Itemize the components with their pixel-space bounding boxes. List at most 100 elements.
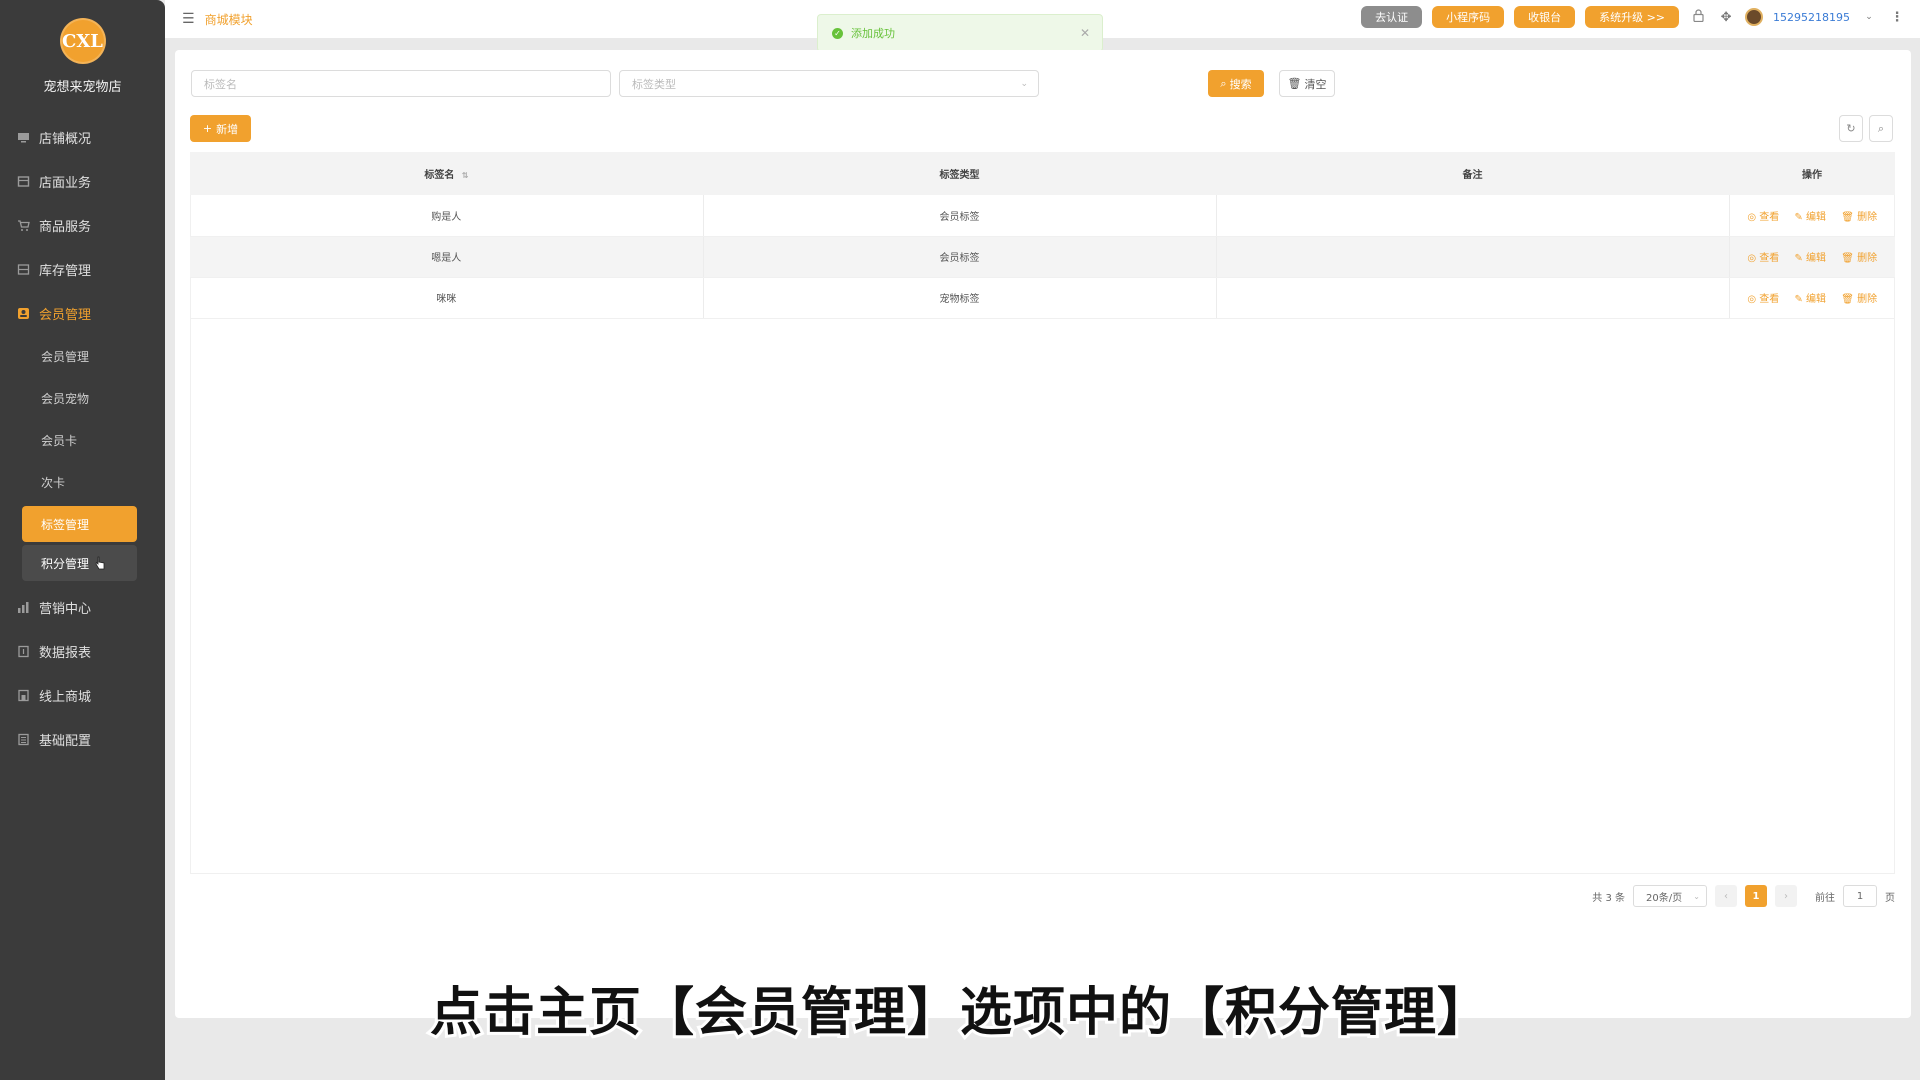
chevron-right-icon: › <box>1784 890 1788 902</box>
table-row: 咪咪 宠物标签 ◎ 查看 ✎ 编辑 🗑 删除 <box>190 277 1895 319</box>
column-header-tag-type: 标签类型 <box>703 152 1216 195</box>
delete-link[interactable]: 🗑 删除 <box>1841 253 1877 264</box>
goto-label: 前往 <box>1815 892 1835 904</box>
add-button[interactable]: + 新增 <box>190 115 251 142</box>
sidebar-item-marketing[interactable]: 营销中心 <box>0 585 165 629</box>
delete-link[interactable]: 🗑 删除 <box>1841 212 1877 223</box>
sidebar-item-label: 店铺概况 <box>39 131 92 147</box>
report-icon <box>17 645 30 658</box>
delete-link[interactable]: 🗑 删除 <box>1841 294 1877 305</box>
cell-tag-name: 购是人 <box>190 195 704 237</box>
sidebar-item-product-service[interactable]: 商品服务 <box>0 203 165 247</box>
sidebar-item-label: 数据报表 <box>39 645 92 661</box>
column-header-remark: 备注 <box>1216 152 1729 195</box>
search-icon: ⌕ <box>1220 76 1227 90</box>
sidebar-item-label: 营销中心 <box>39 601 92 617</box>
sidebar-item-inventory[interactable]: 库存管理 <box>0 247 165 291</box>
top-actions: 去认证 小程序码 收银台 系统升级 >> ✥ 15295218195 ⌄ ⋮ <box>1361 6 1906 28</box>
page-size-select[interactable]: 20条/页 ⌄ <box>1633 885 1707 907</box>
sidebar-menu: 店铺概况 店面业务 商品服务 库存管理 会员管理 会员管理 会员宠物 会员卡 次… <box>0 115 165 761</box>
sidebar-item-member-management[interactable]: 会员管理 <box>0 291 165 335</box>
fullscreen-icon[interactable]: ✥ <box>1717 10 1735 25</box>
pagination: 共 3 条 20条/页 ⌄ ‹ 1 › 前往 1 页 <box>1592 885 1895 907</box>
miniprogram-code-button[interactable]: 小程序码 <box>1432 6 1505 28</box>
menu-toggle-icon[interactable]: ☰ <box>182 11 195 27</box>
more-vertical-icon[interactable]: ⋮ <box>1888 10 1906 25</box>
trash-icon: 🗑 <box>1841 294 1858 305</box>
view-link[interactable]: ◎ 查看 <box>1747 212 1779 223</box>
toggle-search-button[interactable]: ⌕ <box>1869 115 1893 142</box>
view-label: 查看 <box>1759 294 1780 305</box>
sidebar: CXL 宠想来宠物店 店铺概况 店面业务 商品服务 库存管理 会员管理 会员管理… <box>0 0 165 1080</box>
clear-button[interactable]: 🗑 清空 <box>1279 70 1335 97</box>
cell-tag-name: 嗯是人 <box>190 236 704 278</box>
video-caption: 点击主页【会员管理】选项中的【积分管理】 <box>427 980 1492 1046</box>
user-phone[interactable]: 15295218195 <box>1773 11 1850 24</box>
subitem-label: 积分管理 <box>41 556 90 571</box>
search-button[interactable]: ⌕ 搜索 <box>1208 70 1264 97</box>
bar-chart-icon <box>17 601 30 614</box>
clear-button-label: 清空 <box>1304 77 1327 91</box>
edit-link[interactable]: ✎ 编辑 <box>1794 294 1826 305</box>
edit-label: 编辑 <box>1806 294 1827 305</box>
column-header-tag-name[interactable]: 标签名 ⇅ <box>190 152 703 195</box>
trash-icon: 🗑 <box>1841 253 1858 264</box>
sort-icon[interactable]: ⇅ <box>462 171 469 180</box>
subitem-points-management[interactable]: 积分管理 <box>22 545 137 581</box>
edit-icon: ✎ <box>1794 211 1807 223</box>
cell-tag-type: 会员标签 <box>703 195 1217 237</box>
page-number-button[interactable]: 1 <box>1745 885 1767 907</box>
edit-link[interactable]: ✎ 编辑 <box>1794 253 1826 264</box>
lock-icon[interactable] <box>1689 8 1707 26</box>
subitem-member-card[interactable]: 会员卡 <box>22 419 137 461</box>
cell-actions: ◎ 查看 ✎ 编辑 🗑 删除 <box>1729 195 1895 237</box>
auth-button[interactable]: 去认证 <box>1361 6 1423 28</box>
subitem-label: 标签管理 <box>41 517 90 532</box>
view-label: 查看 <box>1759 253 1780 264</box>
edit-icon: ✎ <box>1794 253 1807 264</box>
refresh-button[interactable]: ↻ <box>1839 115 1863 142</box>
sidebar-item-store-business[interactable]: 店面业务 <box>0 159 165 203</box>
cell-remark <box>1216 277 1730 319</box>
prev-page-button[interactable]: ‹ <box>1715 885 1737 907</box>
subitem-member-management[interactable]: 会员管理 <box>22 335 137 377</box>
subitem-tag-management[interactable]: 标签管理 <box>22 506 137 542</box>
breadcrumb[interactable]: 商城模块 <box>205 11 253 28</box>
upgrade-button[interactable]: 系统升级 >> <box>1585 6 1680 28</box>
subitem-member-pets[interactable]: 会员宠物 <box>22 377 137 419</box>
sidebar-item-online-mall[interactable]: 线上商城 <box>0 673 165 717</box>
subitem-times-card[interactable]: 次卡 <box>22 461 137 503</box>
edit-icon: ✎ <box>1794 294 1807 305</box>
view-link[interactable]: ◎ 查看 <box>1747 294 1779 305</box>
edit-link[interactable]: ✎ 编辑 <box>1794 212 1826 223</box>
sidebar-item-basic-config[interactable]: 基础配置 <box>0 717 165 761</box>
sidebar-item-store-overview[interactable]: 店铺概况 <box>0 115 165 159</box>
warehouse-icon <box>17 263 30 276</box>
filter-bar: 标签名 标签类型 ⌄ ⌕ 搜索 🗑 清空 <box>191 70 1895 98</box>
add-button-label: 新增 <box>216 122 239 136</box>
cell-tag-type: 宠物标签 <box>703 277 1217 319</box>
view-link[interactable]: ◎ 查看 <box>1747 253 1779 264</box>
total-count: 共 3 条 <box>1592 892 1625 904</box>
eye-icon: ◎ <box>1747 294 1760 305</box>
chevron-down-icon[interactable]: ⌄ <box>1860 12 1878 22</box>
cell-remark <box>1216 195 1730 237</box>
table-row: 嗯是人 会员标签 ◎ 查看 ✎ 编辑 🗑 删除 <box>190 236 1895 278</box>
next-page-button[interactable]: › <box>1775 885 1797 907</box>
plus-icon: + <box>202 122 213 135</box>
goto-page-input[interactable]: 1 <box>1843 885 1877 907</box>
toast-message: 添加成功 <box>851 27 895 40</box>
close-icon[interactable]: ✕ <box>1080 26 1090 40</box>
search-button-label: 搜索 <box>1229 77 1252 91</box>
cashier-button[interactable]: 收银台 <box>1514 6 1576 28</box>
avatar[interactable] <box>1745 8 1764 26</box>
cell-actions: ◎ 查看 ✎ 编辑 🗑 删除 <box>1729 277 1895 319</box>
sidebar-item-reports[interactable]: 数据报表 <box>0 629 165 673</box>
tag-type-select[interactable]: 标签类型 ⌄ <box>619 70 1039 97</box>
subitem-label: 会员宠物 <box>41 391 90 406</box>
sidebar-header: CXL 宠想来宠物店 <box>0 0 165 95</box>
tag-name-input[interactable]: 标签名 <box>191 70 611 97</box>
eye-icon: ◎ <box>1747 211 1760 223</box>
check-circle-icon: ✓ <box>832 27 843 39</box>
table-header-row: 标签名 ⇅ 标签类型 备注 操作 <box>190 152 1895 195</box>
